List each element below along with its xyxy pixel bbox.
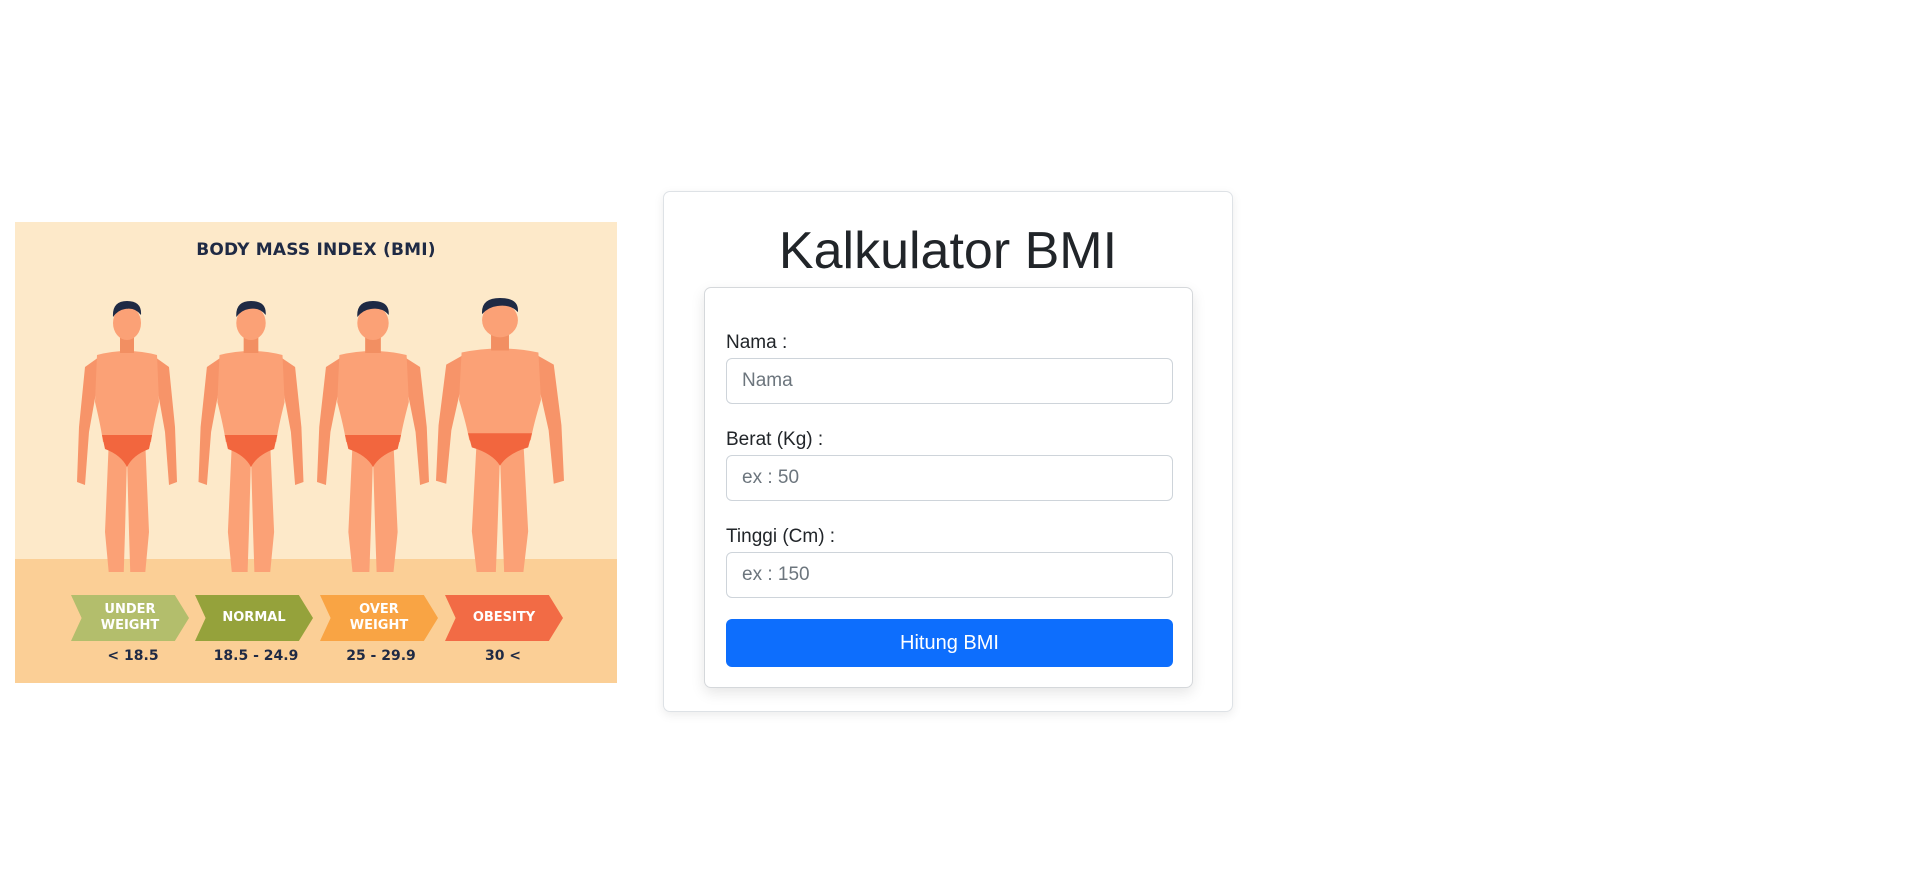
obesity-figure — [436, 297, 564, 572]
bmi-illustration: BODY MASS INDEX (BMI) UNDER WEIGHT NORMA… — [15, 222, 617, 683]
weight-input[interactable] — [726, 455, 1173, 501]
bmi-form: Nama : Berat (Kg) : Tinggi (Cm) : Hitung… — [704, 287, 1193, 688]
category-label: OVER WEIGHT — [349, 602, 409, 633]
category-tag-overweight: OVER WEIGHT — [320, 595, 438, 641]
category-label: UNDER WEIGHT — [100, 602, 160, 633]
category-range-normal: 18.5 - 24.9 — [213, 648, 299, 664]
calculate-bmi-button[interactable]: Hitung BMI — [726, 619, 1173, 667]
page-title: Kalkulator BMI — [778, 222, 1118, 280]
height-input[interactable] — [726, 552, 1173, 598]
category-label: OBESITY — [472, 610, 536, 625]
category-range-obesity: 30 < — [484, 648, 522, 664]
poster-title: BODY MASS INDEX (BMI) — [196, 240, 436, 260]
normal-figure — [198, 301, 304, 572]
overweight-figure — [317, 301, 429, 572]
name-input[interactable] — [726, 358, 1173, 404]
bmi-calculator-card: Kalkulator BMI Nama : Berat (Kg) : Tingg… — [663, 191, 1233, 712]
body-figures-image — [77, 297, 564, 572]
category-range-underweight: < 18.5 — [107, 648, 159, 664]
name-label: Nama : — [726, 332, 788, 353]
category-tag-underweight: UNDER WEIGHT — [71, 595, 189, 641]
category-range-overweight: 25 - 29.9 — [346, 648, 416, 664]
underweight-figure — [77, 301, 177, 572]
weight-label: Berat (Kg) : — [726, 429, 824, 450]
height-label: Tinggi (Cm) : — [726, 526, 836, 547]
category-tag-obesity: OBESITY — [445, 595, 563, 641]
category-tag-normal: NORMAL — [195, 595, 313, 641]
category-label: NORMAL — [222, 610, 286, 625]
